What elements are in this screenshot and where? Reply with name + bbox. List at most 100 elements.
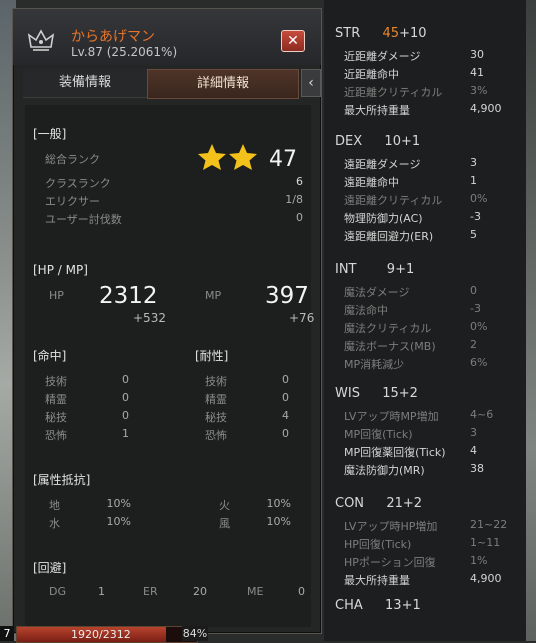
stat-row-label: 近距離ダメージ <box>344 50 421 63</box>
stat-bonus: +2 <box>398 386 418 401</box>
stat-row-label: HP回復(Tick) <box>344 538 412 551</box>
element-row-label: 火 <box>219 499 230 512</box>
section-evasion-title: [回避] <box>33 561 67 575</box>
stat-name: WIS <box>335 386 360 401</box>
stat-row-value: 38 <box>470 462 484 475</box>
stat-row-value: 4~6 <box>470 408 494 421</box>
resist-row-label: 秘技 <box>205 411 227 424</box>
stat-row-value: 3 <box>470 426 477 439</box>
tab-equipment[interactable]: 装備情報 <box>23 69 147 98</box>
stat-row-label: 魔法クリティカル <box>344 322 432 335</box>
stat-name: CHA <box>335 598 363 613</box>
resist-row-label: 技術 <box>205 375 227 388</box>
window-title-bar[interactable]: からあげマン Lv.87 (25.2061%) ✕ <box>13 9 321 65</box>
hit-row-value: 0 <box>122 373 129 386</box>
stat-row-label: 遠距離ダメージ <box>344 158 421 171</box>
element-row-value: 10% <box>106 497 131 510</box>
element-row-value: 10% <box>266 515 291 528</box>
stat-row-label: 近距離クリティカル <box>344 86 443 99</box>
stat-row-value: 0% <box>470 192 488 205</box>
tab-details[interactable]: 詳細情報 <box>147 69 299 99</box>
me-label: ME <box>247 585 264 598</box>
hit-row-label: 技術 <box>45 375 67 388</box>
stat-row-value: 0% <box>470 320 488 333</box>
section-element-title: [属性抵抗] <box>33 473 91 487</box>
rank-star-icon <box>198 144 226 170</box>
class-rank-label: クラスランク <box>45 177 111 190</box>
stat-row-value: 0 <box>470 284 477 297</box>
hp-bar: 1920/2312 <box>16 626 198 643</box>
stat-row-label: 魔法防御力(MR) <box>344 464 425 477</box>
stat-int-header: INT 9+1 <box>335 262 414 277</box>
resist-row-value: 0 <box>282 373 289 386</box>
stat-base: 13 <box>385 598 402 613</box>
background-scene-right <box>526 0 536 641</box>
elixir-label: エリクサー <box>45 195 100 208</box>
hit-row-label: 恐怖 <box>45 429 67 442</box>
stat-str-header: STR 45+10 <box>335 26 427 41</box>
stat-base: 45 <box>382 26 400 41</box>
stat-row-label: 魔法ボーナス(MB) <box>344 340 436 353</box>
chevron-left-icon[interactable]: ‹ <box>301 69 321 97</box>
stat-con-header: CON 21+2 <box>335 496 422 511</box>
section-general-title: [一般] <box>33 127 67 141</box>
me-value: 0 <box>298 585 305 598</box>
character-info-window: からあげマン Lv.87 (25.2061%) ✕ 装備情報 詳細情報 ‹ [一… <box>12 8 322 634</box>
hp-value: 2312 <box>99 283 158 309</box>
dg-value: 1 <box>98 585 105 598</box>
stat-row-value: -3 <box>470 302 481 315</box>
hit-row-value: 0 <box>122 391 129 404</box>
stat-base: 21 <box>386 496 403 511</box>
elixir-value: 1/8 <box>285 193 303 206</box>
stat-name: DEX <box>335 134 363 149</box>
mp-bonus: +76 <box>289 311 315 325</box>
stat-row-label: MP消耗減少 <box>344 358 405 371</box>
stat-row-label: LVアップ時MP増加 <box>344 410 439 423</box>
hit-row-label: 精霊 <box>45 393 67 406</box>
stat-row-value: 3 <box>470 156 477 169</box>
stat-row-value: 3% <box>470 84 488 97</box>
section-resist-title: [耐性] <box>195 349 229 363</box>
stat-row-label: HPポーション回復 <box>344 556 436 569</box>
stat-row-value: 4 <box>470 444 477 457</box>
stat-row-value: 1% <box>470 554 488 567</box>
stat-row-value: 30 <box>470 48 484 61</box>
stat-bonus: +10 <box>399 26 427 41</box>
stat-row-value: 21~22 <box>470 518 508 531</box>
hp-bonus: +532 <box>133 311 166 325</box>
stat-row-label: 遠距離回避力(ER) <box>344 230 434 243</box>
hit-row-label: 秘技 <box>45 411 67 424</box>
stat-row-label: MP回復薬回復(Tick) <box>344 446 446 459</box>
character-name: からあげマン <box>71 29 155 45</box>
hp-bar-text: 1920/2312 <box>71 628 131 641</box>
mp-label: MP <box>205 289 222 302</box>
overall-rank-value: 47 <box>269 147 297 172</box>
crown-crest-icon <box>27 29 55 51</box>
stat-row-value: 5 <box>470 228 477 241</box>
stat-row-value: 4,900 <box>470 572 502 585</box>
hit-row-value: 0 <box>122 409 129 422</box>
stat-name: INT <box>335 262 357 277</box>
stat-base: 15 <box>382 386 399 401</box>
resist-row-label: 精霊 <box>205 393 227 406</box>
resist-row-value: 0 <box>282 427 289 440</box>
stat-row-label: MP回復(Tick) <box>344 428 413 441</box>
rank-star-icon <box>229 144 257 170</box>
stat-row-value: -3 <box>470 210 481 223</box>
er-label: ER <box>143 585 158 598</box>
er-value: 20 <box>193 585 207 598</box>
close-button[interactable]: ✕ <box>281 30 305 52</box>
tab-bar: 装備情報 詳細情報 ‹ <box>23 69 321 99</box>
stats-panel: STR 45+10 近距離ダメージ 30 近距離命中 41 近距離クリティカル … <box>324 0 526 641</box>
stat-wis-header: WIS 15+2 <box>335 386 418 401</box>
stat-row-label: 遠距離命中 <box>344 176 399 189</box>
stat-dex-header: DEX 10+1 <box>335 134 420 149</box>
stat-row-label: 魔法ダメージ <box>344 286 410 299</box>
stat-row-label: 最大所持重量 <box>344 574 410 587</box>
stat-row-label: 魔法命中 <box>344 304 388 317</box>
stat-row-value: 2 <box>470 338 477 351</box>
stat-name: STR <box>335 26 361 41</box>
dg-label: DG <box>49 585 66 598</box>
hp-bar-percent: 84% <box>182 626 208 641</box>
element-row-label: 地 <box>49 499 60 512</box>
